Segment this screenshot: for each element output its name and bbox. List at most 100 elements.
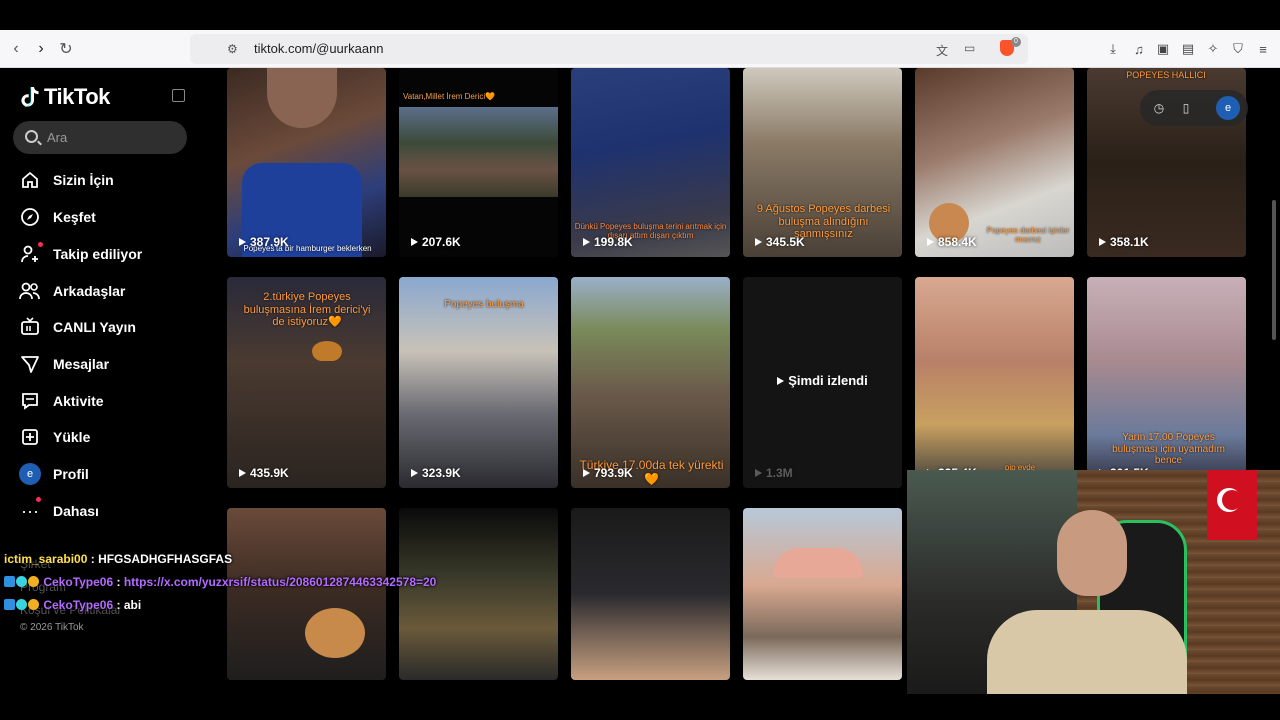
upload-icon [18, 425, 42, 449]
chat-message: CekoType06 : https://x.com/yuzxrsif/stat… [4, 571, 524, 594]
video-tile[interactable]: Şimdi izlendi 1.3M [743, 277, 902, 488]
site-settings-icon[interactable]: ⚙ [227, 42, 238, 56]
video-tile[interactable]: Popeyes darbesi işinler mısınız 858.4K [915, 68, 1074, 257]
streamer-webcam [907, 470, 1280, 694]
avatar[interactable]: e [1216, 96, 1240, 120]
video-tile[interactable]: Dünkü Popeyes buluşma terini arıtmak içi… [571, 68, 730, 257]
play-icon [583, 238, 590, 246]
chat-message: CekoType06 : abi [4, 594, 524, 617]
sidebar-item-label: CANLI Yayın [53, 319, 136, 335]
back-icon[interactable]: ‹ [6, 39, 26, 59]
video-caption: Popeyes buluşma [444, 299, 524, 310]
chat-link[interactable]: https://x.com/yuzxrsif/status/2086012874… [124, 575, 437, 589]
live-icon [18, 315, 42, 339]
tiktok-logo[interactable]: TikTok [20, 84, 110, 110]
video-tile[interactable]: 2.türkiye Popeyes buluşmasına İrem deric… [227, 277, 386, 488]
sidebar-item-label: Takip ediliyor [53, 246, 143, 262]
play-icon [583, 469, 590, 477]
view-count: 358.1K [1099, 235, 1149, 249]
more-icon: ··· [21, 500, 39, 521]
chat-badge-icon [28, 599, 39, 610]
play-icon [239, 238, 246, 246]
sidebar-item-label: Mesajlar [53, 356, 110, 372]
video-caption: Vatan,Millet İrem Derici🧡 [403, 92, 496, 101]
letterbox-top [0, 0, 1280, 30]
sidebar-item-more[interactable]: ··· Dahası [18, 496, 198, 526]
sidebar-item-activity[interactable]: Aktivite [18, 386, 198, 416]
video-tile[interactable]: Popeyes'ta bir hamburger beklerken 387.9… [227, 68, 386, 257]
leo-ai-icon[interactable]: ✧ [1205, 41, 1221, 57]
music-icon[interactable]: ♫ [1131, 41, 1147, 57]
chat-username: CekoType06 [43, 575, 114, 589]
sidebar-item-profile[interactable]: e Profil [18, 459, 198, 489]
chat-badge-icon [16, 599, 27, 610]
activity-icon [18, 389, 42, 413]
sidebar-item-messages[interactable]: Mesajlar [18, 349, 198, 379]
download-icon[interactable]: ⤓ [1105, 41, 1121, 57]
view-count: 435.9K [239, 466, 289, 480]
video-tile[interactable]: Vatan,Millet İrem Derici🧡 207.6K [399, 68, 558, 257]
messages-icon [18, 352, 42, 376]
forward-icon[interactable]: › [31, 39, 51, 59]
translate-icon[interactable]: 文 [936, 42, 948, 59]
search-icon [25, 130, 38, 143]
sidebar-toggle-icon[interactable]: ▣ [1155, 41, 1171, 57]
copyright: © 2026 TikTok [20, 622, 84, 633]
view-count: 1.3M [755, 466, 793, 480]
video-caption: 2.türkiye Popeyes buluşmasına İrem deric… [243, 291, 371, 329]
view-count: 387.9K [239, 235, 289, 249]
browser-toolbar: ‹ › ↻ ⚙ tiktok.com/@uurkaann 文 ▭ 0 ⤓ ♫ ▣… [0, 30, 1280, 68]
sidebar-item-label: Profil [53, 466, 89, 482]
video-tile[interactable]: 9 Ağustos Popeyes darbesi buluşma alındı… [743, 68, 902, 257]
chat-username: CekoType06 [43, 598, 114, 612]
video-caption: Yarın 17.00 Popeyes buluşması için uyama… [1112, 432, 1225, 466]
floating-player-controls: ◷ ▯ e [1140, 90, 1248, 126]
chat-badge-icon [4, 576, 15, 587]
turkish-flag [1207, 470, 1257, 540]
phone-icon[interactable]: ▯ [1177, 99, 1195, 117]
wallet-icon[interactable]: ▤ [1180, 41, 1196, 57]
chat-text: HFGSADHGFHASGFAS [98, 552, 233, 566]
sidebar-item-for-you[interactable]: Sizin İçin [18, 165, 198, 195]
logo-text: TikTok [44, 84, 110, 109]
play-icon [411, 469, 418, 477]
watched-overlay: Şimdi izlendi [743, 373, 902, 388]
sidebar-item-upload[interactable]: Yükle [18, 422, 198, 452]
sidebar-item-following[interactable]: Takip ediliyor [18, 239, 198, 269]
view-count: 793.9K [583, 466, 633, 480]
search-placeholder: Ara [47, 130, 68, 145]
thumbnail-burger-sign [312, 341, 342, 361]
cast-icon[interactable]: ▭ [964, 41, 975, 55]
sidebar-item-live[interactable]: CANLI Yayın [18, 312, 198, 342]
collapse-sidebar-icon[interactable] [172, 89, 185, 102]
video-tile[interactable] [743, 508, 902, 680]
vpn-icon[interactable]: ⛉ [1230, 41, 1246, 57]
video-tile[interactable]: Türkiye 17.00da tek yürekti🧡 793.9K [571, 277, 730, 488]
video-tile[interactable] [571, 508, 730, 680]
sidebar-item-label: Arkadaşlar [53, 283, 126, 299]
notification-dot [38, 242, 43, 247]
reload-icon[interactable]: ↻ [56, 39, 76, 59]
sidebar-item-label: Sizin İçin [53, 172, 114, 188]
menu-icon[interactable]: ≡ [1255, 41, 1271, 57]
play-icon [411, 238, 418, 246]
video-tile[interactable]: Popeyes buluşma 323.9K [399, 277, 558, 488]
video-caption: Popeyes darbesi işinler mısınız [986, 226, 1070, 245]
friends-icon [18, 279, 42, 303]
search-input[interactable]: Ara [13, 121, 187, 154]
home-icon [18, 168, 42, 192]
sidebar-item-friends[interactable]: Arkadaşlar [18, 276, 198, 306]
page-scrollbar[interactable] [1272, 200, 1276, 340]
video-tile[interactable]: pip evde 325.4K [915, 277, 1074, 488]
chat-text: abi [123, 598, 142, 612]
notification-dot [36, 497, 41, 502]
address-bar[interactable]: ⚙ tiktok.com/@uurkaann 文 ▭ 0 [190, 34, 1028, 64]
video-tile[interactable]: Yarın 17.00 Popeyes buluşması için uyama… [1087, 277, 1246, 488]
view-count: 323.9K [411, 466, 461, 480]
sidebar-item-label: Yükle [53, 429, 91, 445]
mini-player-icon[interactable]: ◷ [1150, 99, 1168, 117]
streamer-face [1057, 510, 1127, 596]
sidebar-item-explore[interactable]: Keşfet [18, 202, 198, 232]
view-count: 345.5K [755, 235, 805, 249]
video-caption: POPEYES HALLICI [1126, 70, 1206, 80]
